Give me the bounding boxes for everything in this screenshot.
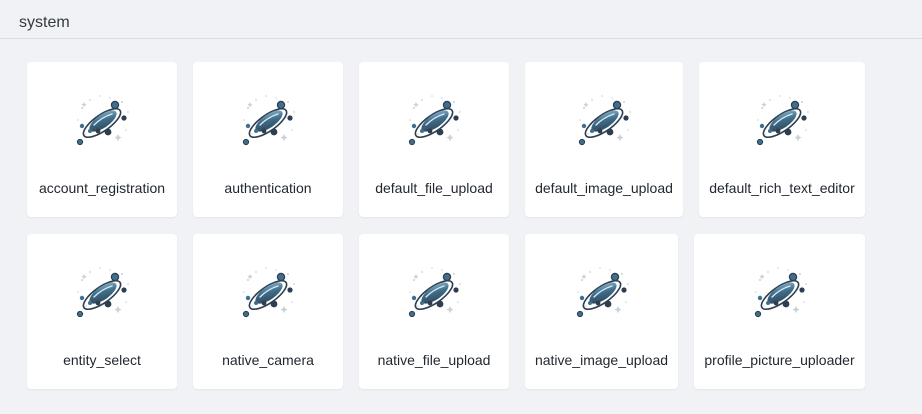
planet-orbit-icon — [70, 262, 134, 326]
planet-orbit-icon — [570, 262, 634, 326]
planet-orbit-icon — [572, 90, 636, 154]
section-title: system — [19, 14, 70, 31]
planet-orbit-icon — [402, 262, 466, 326]
planet-orbit-icon — [236, 262, 300, 326]
card-label: native_camera — [222, 352, 314, 368]
planet-orbit-icon — [236, 90, 300, 154]
section-header: system — [0, 0, 922, 39]
card-label: native_image_upload — [534, 352, 669, 368]
planet-orbit-icon — [402, 90, 466, 154]
card-native-image-upload[interactable]: native_image_upload — [525, 234, 678, 389]
planet-orbit-icon — [750, 90, 814, 154]
planet-orbit-icon — [70, 90, 134, 154]
card-label: account_registration — [38, 180, 166, 196]
planet-orbit-icon — [748, 262, 812, 326]
card-native-file-upload[interactable]: native_file_upload — [359, 234, 509, 389]
card-label: authentication — [224, 180, 312, 196]
card-native-camera[interactable]: native_camera — [193, 234, 343, 389]
card-label: native_file_upload — [377, 352, 491, 368]
card-label: default_rich_text_editor — [709, 180, 855, 196]
card-label: profile_picture_uploader — [704, 352, 855, 368]
card-label: entity_select — [63, 352, 141, 368]
card-entity-select[interactable]: entity_select — [27, 234, 177, 389]
card-authentication[interactable]: authentication — [193, 62, 343, 217]
card-default-file-upload[interactable]: default_file_upload — [359, 62, 509, 217]
card-label: default_image_upload — [535, 180, 673, 196]
card-account-registration[interactable]: account_registration — [27, 62, 177, 217]
card-default-rich-text-editor[interactable]: default_rich_text_editor — [699, 62, 865, 217]
card-profile-picture-uploader[interactable]: profile_picture_uploader — [694, 234, 865, 389]
card-label: default_file_upload — [375, 180, 493, 196]
card-default-image-upload[interactable]: default_image_upload — [525, 62, 683, 217]
